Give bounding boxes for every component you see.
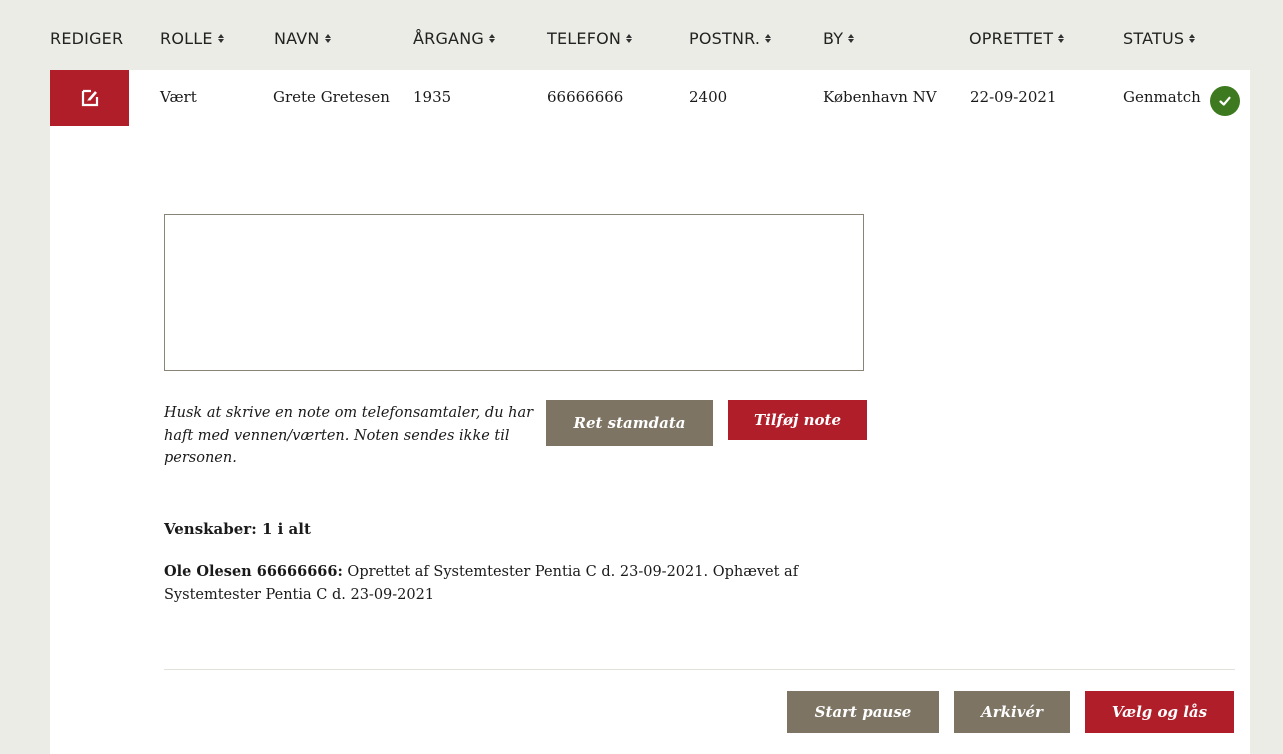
cell-navn: Grete Gretesen	[273, 88, 390, 106]
sort-icon	[626, 34, 633, 43]
cell-by: København NV	[823, 88, 937, 106]
start-pause-button[interactable]: Start pause	[787, 691, 939, 733]
column-header-postnr[interactable]: POSTNR.	[689, 29, 772, 48]
sort-icon	[488, 34, 495, 43]
column-header-label: OPRETTET	[969, 29, 1054, 48]
cell-postnr: 2400	[689, 88, 728, 106]
column-header-label: NAVN	[274, 29, 320, 48]
add-note-button[interactable]: Tilføj note	[728, 400, 867, 440]
friendships-title: Venskaber: 1 i alt	[164, 520, 311, 538]
column-header-label: ÅRGANG	[413, 29, 484, 48]
column-header-oprettet[interactable]: OPRETTET	[969, 29, 1065, 48]
cell-aargang: 1935	[413, 88, 452, 106]
table-header: REDIGER ROLLE NAVN ÅRGANG TELEFON POSTNR…	[0, 0, 1283, 70]
sort-icon	[765, 34, 772, 43]
column-header-label: TELEFON	[547, 29, 622, 48]
select-and-lock-button[interactable]: Vælg og lås	[1085, 691, 1234, 733]
sort-icon	[324, 34, 331, 43]
column-header-label: ROLLE	[160, 29, 213, 48]
sort-icon	[848, 34, 855, 43]
divider	[164, 669, 1235, 670]
column-header-navn[interactable]: NAVN	[274, 29, 331, 48]
archive-button[interactable]: Arkivér	[954, 691, 1070, 733]
column-header-telefon[interactable]: TELEFON	[547, 29, 633, 48]
column-header-by[interactable]: BY	[823, 29, 855, 48]
note-hint: Husk at skrive en note om telefonsamtale…	[164, 405, 534, 466]
column-header-rolle[interactable]: ROLLE	[160, 29, 224, 48]
sort-icon	[1058, 34, 1065, 43]
cell-oprettet: 22-09-2021	[970, 88, 1057, 106]
sort-icon	[1189, 34, 1196, 43]
column-header-label: BY	[823, 29, 844, 48]
column-header-label: STATUS	[1123, 29, 1185, 48]
edit-button[interactable]	[50, 70, 129, 126]
edit-master-data-button[interactable]: Ret stamdata	[546, 400, 713, 446]
edit-icon	[81, 89, 98, 107]
column-header-label: POSTNR.	[689, 29, 761, 48]
sort-icon	[217, 34, 224, 43]
cell-status: Genmatch	[1123, 88, 1201, 106]
column-header-aargang[interactable]: ÅRGANG	[413, 29, 495, 48]
cell-rolle: Vært	[160, 88, 197, 106]
check-circle-icon	[1210, 86, 1240, 116]
note-textarea[interactable]	[164, 214, 864, 371]
column-header-label: REDIGER	[50, 29, 124, 48]
cell-telefon: 66666666	[547, 88, 624, 106]
friendship-item: Ole Olesen 66666666: Oprettet af Systemt…	[164, 560, 864, 607]
friendship-name-phone: Ole Olesen 66666666:	[164, 563, 343, 580]
column-header-rediger: REDIGER	[50, 29, 123, 48]
column-header-status[interactable]: STATUS	[1123, 29, 1196, 48]
